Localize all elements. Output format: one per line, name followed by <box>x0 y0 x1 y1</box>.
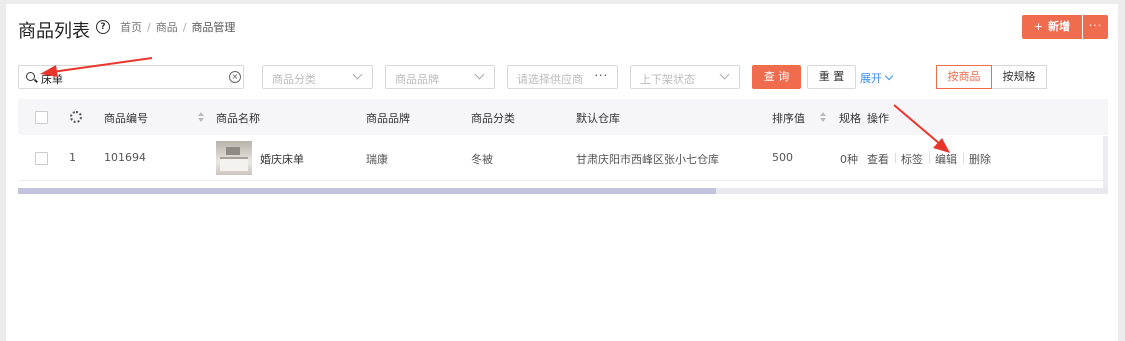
scrollbar-thumb[interactable] <box>18 188 716 194</box>
table-header: 商品编号 商品名称 商品品牌 商品分类 默认仓库 排序值 规格 操作 <box>18 99 1108 135</box>
divider <box>963 153 964 163</box>
breadcrumb-current: 商品管理 <box>191 21 236 34</box>
breadcrumb: 首页 / 商品 / 商品管理 <box>120 21 236 34</box>
add-button[interactable]: + 新增 <box>1022 15 1082 39</box>
breadcrumb-home[interactable]: 首页 <box>120 21 142 34</box>
select-all-checkbox[interactable] <box>35 111 48 124</box>
row-checkbox[interactable] <box>35 152 48 165</box>
clear-icon[interactable]: × <box>229 71 241 83</box>
supplier-placeholder: 请选择供应商 <box>517 73 583 86</box>
table-row: 1 101694 婚庆床单 瑞康 冬被 甘肃庆阳市西峰区张小七仓库 500 0种… <box>18 136 1108 181</box>
sort-icon[interactable] <box>198 112 204 124</box>
brand-placeholder: 商品品牌 <box>395 73 439 86</box>
row-spec: 0种 <box>840 153 858 166</box>
delete-action[interactable]: 删除 <box>969 151 991 167</box>
search-icon <box>26 72 35 81</box>
col-brand: 商品品牌 <box>366 112 410 125</box>
brand-select[interactable]: 商品品牌 <box>385 65 495 89</box>
col-name: 商品名称 <box>216 112 260 125</box>
col-category: 商品分类 <box>471 112 515 125</box>
gear-icon[interactable] <box>70 111 82 123</box>
divider <box>929 153 930 163</box>
main-panel: 商品列表 ? 首页 / 商品 / 商品管理 + 新增 ··· 床单 × 商品分类 商品品牌… <box>6 4 1118 341</box>
chevron-down-icon <box>474 69 485 80</box>
expand-label: 展开 <box>860 72 882 85</box>
add-button-label: 新增 <box>1048 20 1071 33</box>
row-index: 1 <box>69 151 76 164</box>
horizontal-scrollbar[interactable] <box>18 188 1108 194</box>
product-thumbnail[interactable] <box>216 141 252 175</box>
more-actions-button[interactable]: ··· <box>1083 15 1108 39</box>
help-icon[interactable]: ? <box>96 20 110 34</box>
fixed-column-shadow <box>1103 136 1108 188</box>
row-warehouse: 甘肃庆阳市西峰区张小七仓库 <box>576 153 719 166</box>
col-code: 商品编号 <box>104 112 148 125</box>
chevron-down-icon <box>719 69 730 80</box>
breadcrumb-goods[interactable]: 商品 <box>156 21 178 34</box>
search-value: 床单 <box>41 73 63 86</box>
plus-icon: + <box>1033 20 1044 33</box>
col-spec: 规格 <box>839 112 861 125</box>
view-action[interactable]: 查看 <box>867 151 889 167</box>
col-actions: 操作 <box>867 112 889 125</box>
supplier-select[interactable]: 请选择供应商 ··· <box>507 65 618 89</box>
reset-button[interactable]: 重 置 <box>807 65 856 89</box>
category-select[interactable]: 商品分类 <box>262 65 373 89</box>
query-button[interactable]: 查 询 <box>752 65 801 89</box>
page-title: 商品列表 <box>18 21 90 42</box>
sort-icon[interactable] <box>820 112 826 124</box>
divider <box>895 153 896 163</box>
view-by-spec-toggle[interactable]: 按规格 <box>992 65 1047 89</box>
chevron-down-icon <box>352 69 363 80</box>
edit-action[interactable]: 编辑 <box>935 151 957 167</box>
category-placeholder: 商品分类 <box>272 73 316 86</box>
view-by-product-toggle[interactable]: 按商品 <box>936 65 992 89</box>
col-warehouse: 默认仓库 <box>576 112 620 125</box>
row-brand: 瑞康 <box>366 153 388 166</box>
row-sort: 500 <box>772 151 793 164</box>
more-icon[interactable]: ··· <box>595 69 609 82</box>
col-sort: 排序值 <box>772 112 805 125</box>
row-code: 101694 <box>104 151 146 164</box>
tag-action[interactable]: 标签 <box>901 151 923 167</box>
search-input[interactable]: 床单 × <box>18 65 244 89</box>
chevron-down-icon <box>884 71 894 81</box>
row-name: 婚庆床单 <box>260 153 304 166</box>
status-placeholder: 上下架状态 <box>640 73 695 86</box>
expand-link[interactable]: 展开 <box>860 70 894 86</box>
status-select[interactable]: 上下架状态 <box>630 65 740 89</box>
row-category: 冬被 <box>471 153 493 166</box>
